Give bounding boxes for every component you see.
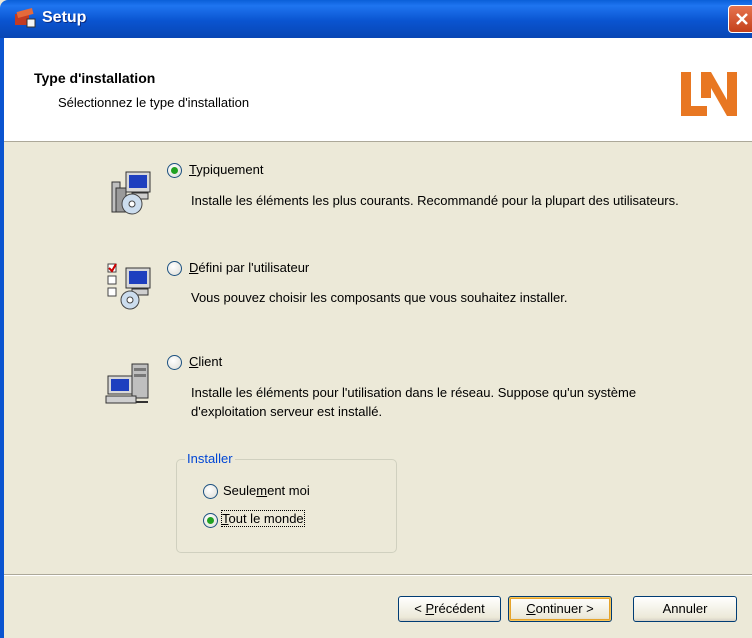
title-bar: Setup <box>0 0 752 38</box>
custom-description: Vous pouvez choisir les composants que v… <box>191 290 568 305</box>
radio-selected-dot <box>207 517 214 524</box>
only-me-label[interactable]: Seulement moi <box>223 483 310 498</box>
client-radio[interactable] <box>167 355 182 370</box>
option-label-text: ypiquement <box>196 162 264 177</box>
button-text: ontinuer > <box>535 601 594 616</box>
radio-selected-dot <box>171 167 178 174</box>
client-description: Installe les éléments pour l'utilisation… <box>191 385 637 419</box>
mnemonic-letter: P <box>425 601 435 616</box>
typical-description: Installe les éléments les plus courants.… <box>191 193 679 208</box>
groupbox-legend: Installer <box>185 451 235 466</box>
choice-label-text: ent moi <box>267 483 310 498</box>
footer-separator <box>4 574 752 576</box>
page-title: Type d'installation <box>34 70 156 86</box>
window-title: Setup <box>42 9 87 26</box>
typical-label[interactable]: Typiquement <box>189 162 263 177</box>
typical-setup-icon <box>111 171 151 215</box>
option-label-text: lient <box>198 354 223 369</box>
custom-radio[interactable] <box>167 261 182 276</box>
mnemonic-letter: m <box>256 483 268 498</box>
option-label-text: éfini par l'utilisateur <box>198 260 310 275</box>
mnemonic-letter: D <box>189 260 199 275</box>
client-network-icon <box>105 363 149 404</box>
choice-label-text: Seule <box>223 483 257 498</box>
only-me-radio[interactable] <box>203 484 218 499</box>
everyone-radio[interactable] <box>203 513 218 528</box>
button-text: récédent <box>434 601 485 616</box>
custom-label[interactable]: Défini par l'utilisateur <box>189 260 309 275</box>
choice-label-text: out le monde <box>228 511 304 526</box>
installer-groupbox: Installer <box>176 451 397 553</box>
custom-setup-icon <box>107 263 151 310</box>
mnemonic-letter: C <box>526 601 536 616</box>
close-icon <box>736 13 748 25</box>
continue-button[interactable]: Continuer > <box>508 596 612 622</box>
setup-app-icon <box>15 8 36 28</box>
everyone-label[interactable]: Tout le monde <box>221 510 305 527</box>
typical-radio[interactable] <box>167 163 182 178</box>
cancel-button[interactable]: Annuler <box>633 596 737 622</box>
page-subtitle: Sélectionnez le type d'installation <box>58 95 250 110</box>
ln-logo <box>681 72 737 116</box>
back-button[interactable]: < Précédent <box>398 596 501 622</box>
close-button[interactable] <box>728 5 752 33</box>
button-text: < <box>414 601 426 616</box>
mnemonic-letter: C <box>189 354 199 369</box>
wizard-header: Type d'installation Sélectionnez le type… <box>4 38 752 142</box>
client-label[interactable]: Client <box>189 354 222 369</box>
